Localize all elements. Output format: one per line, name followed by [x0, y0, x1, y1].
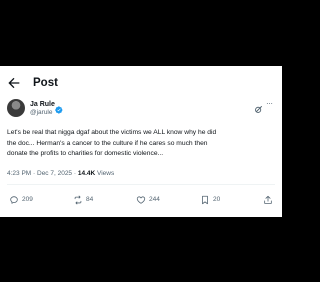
- views-count: 14.4K: [77, 170, 96, 177]
- repost-icon: [74, 195, 82, 205]
- post-card: Post Ja Rule @jarule ··· Let's be real t…: [0, 66, 282, 217]
- share-icon: [264, 195, 272, 204]
- like-button[interactable]: 244: [136, 195, 160, 205]
- more-options-icon[interactable]: ···: [266, 99, 273, 109]
- share-button[interactable]: [263, 195, 273, 205]
- back-arrow-icon[interactable]: [6, 75, 22, 91]
- tweet-text: Let's be real that nigga dgaf about the …: [7, 128, 277, 160]
- tweet-time[interactable]: 4:23 PM: [7, 170, 31, 177]
- like-count: 244: [149, 196, 160, 203]
- avatar[interactable]: [7, 99, 25, 117]
- reply-button[interactable]: 209: [9, 195, 33, 205]
- bookmark-count: 20: [213, 196, 221, 203]
- reply-count: 209: [22, 196, 33, 203]
- tweet-meta: 4:23 PM · Dec 7, 2025 · 14.4K Views: [7, 169, 114, 178]
- tweet-date[interactable]: Dec 7, 2025: [37, 170, 72, 177]
- tweet-text-line: Let's be real that nigga dgaf about the …: [7, 129, 217, 136]
- reply-icon: [10, 196, 18, 204]
- heart-icon: [136, 196, 146, 204]
- tweet-text-line: donate the profits to charities for dome…: [7, 150, 164, 157]
- grok-icon[interactable]: [254, 101, 263, 113]
- verified-badge-icon: [55, 101, 63, 114]
- views-label: Views: [95, 170, 115, 177]
- repost-count: 84: [86, 196, 94, 203]
- author-handle[interactable]: @jarule: [30, 109, 53, 117]
- bookmark-icon: [202, 195, 208, 205]
- divider: [7, 184, 275, 185]
- tweet-text-line: the doc... Herman's a cancer to the cult…: [7, 139, 208, 147]
- author-display-name[interactable]: Ja Rule: [30, 100, 55, 109]
- bookmark-button[interactable]: 20: [200, 195, 220, 205]
- page-title: Post: [33, 77, 58, 89]
- repost-button[interactable]: 84: [73, 195, 93, 205]
